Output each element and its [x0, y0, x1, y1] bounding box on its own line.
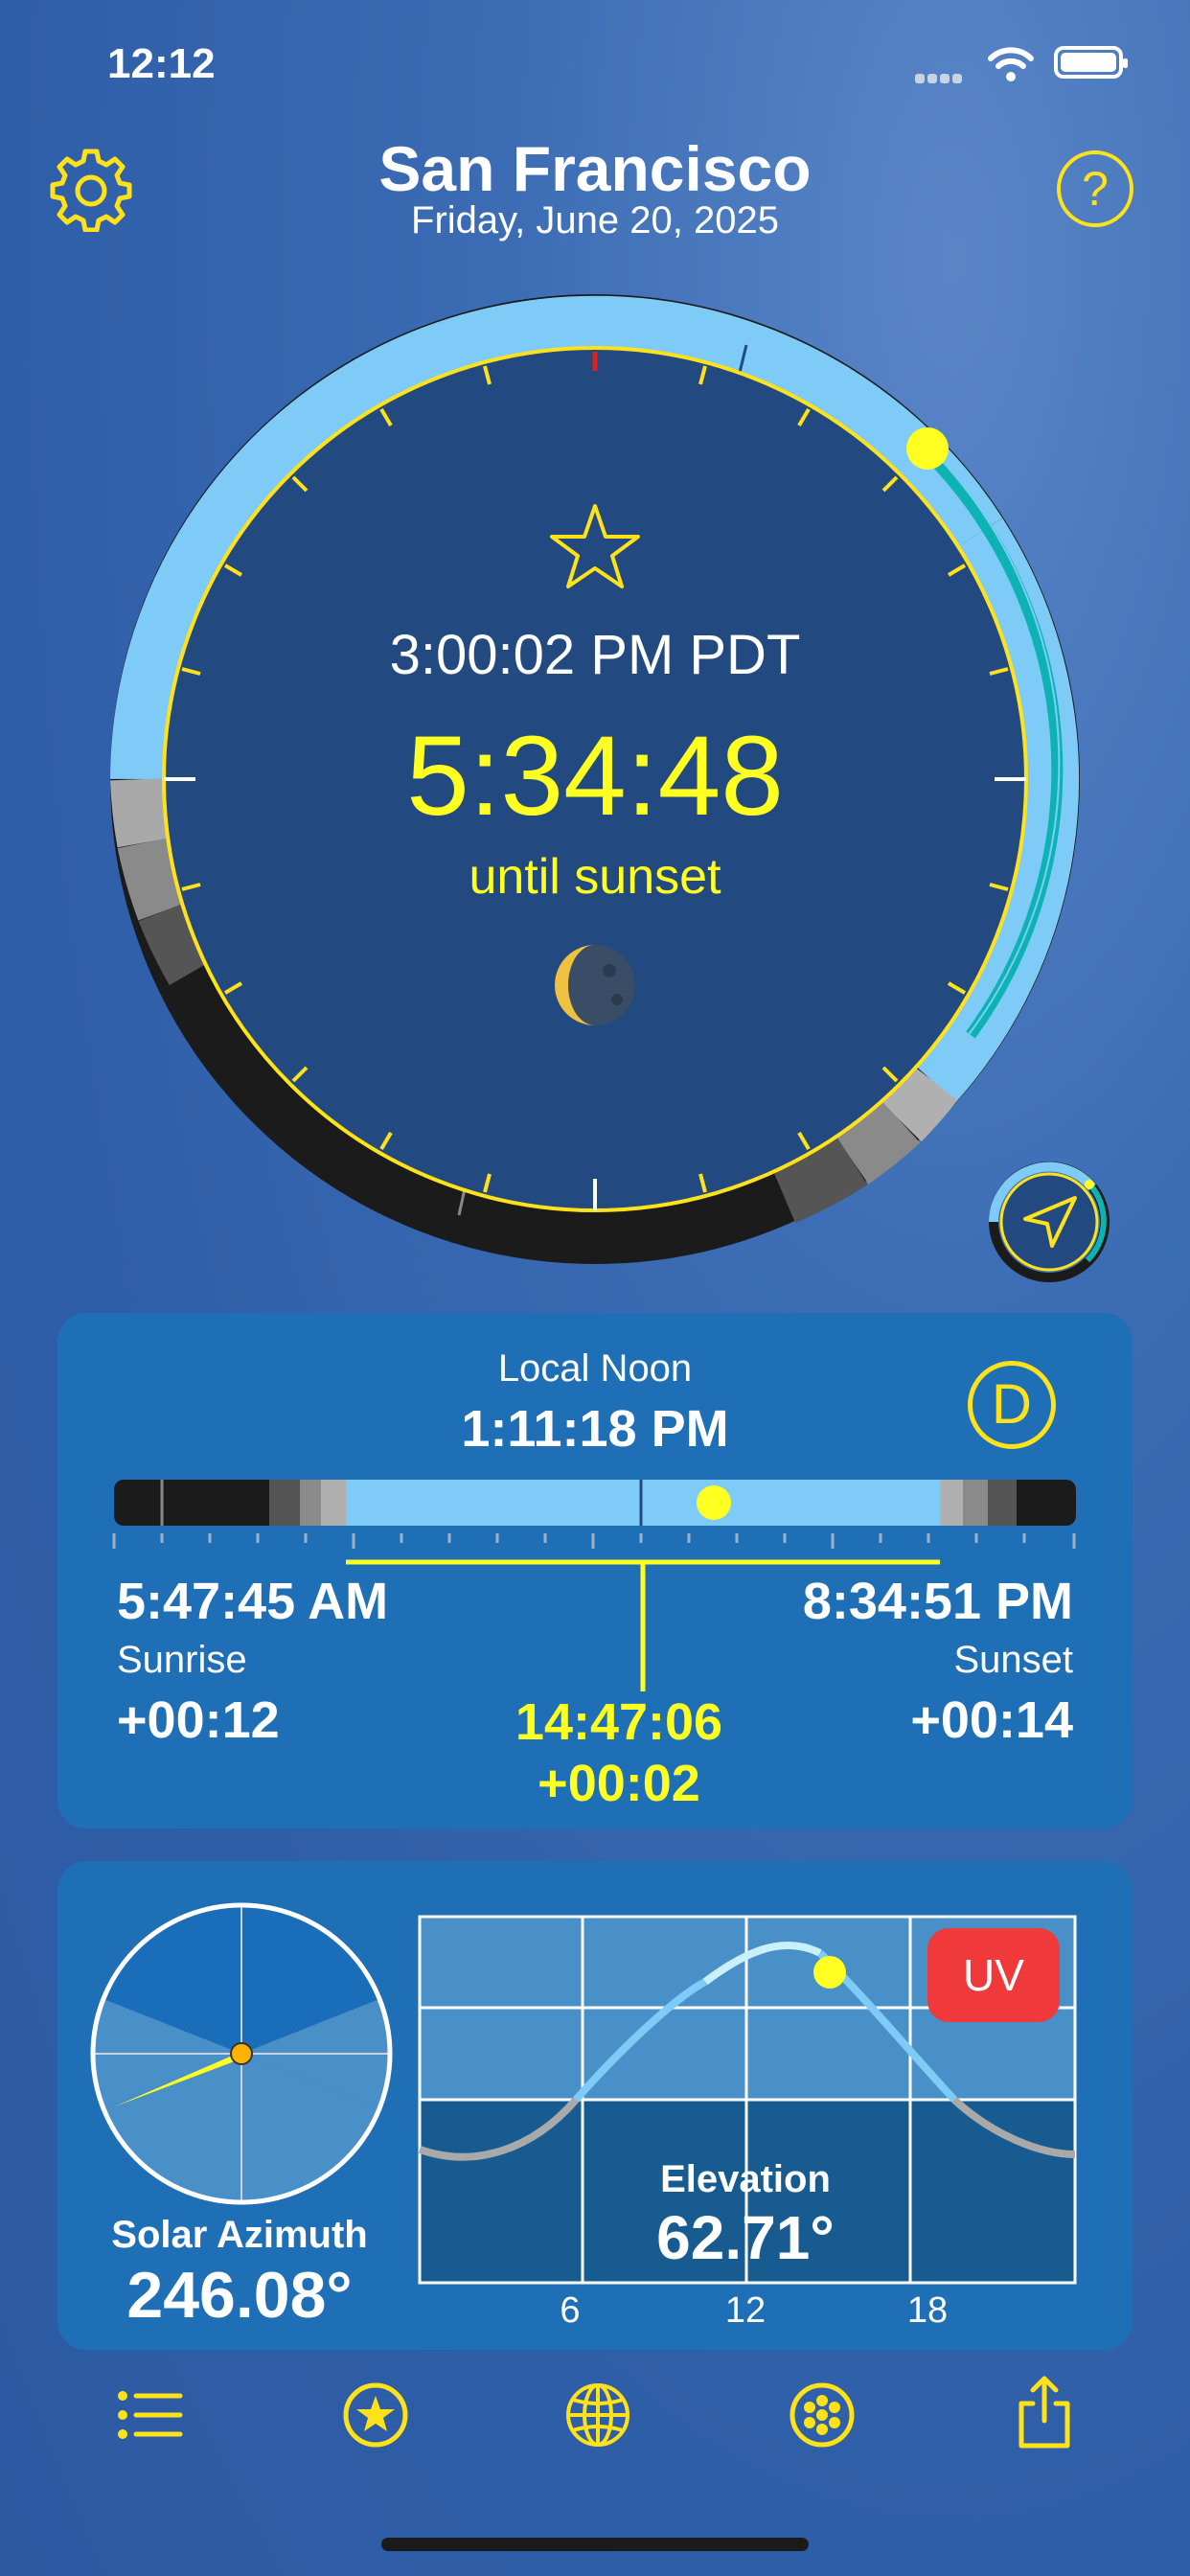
elevation-value: 62.71° — [656, 2203, 835, 2272]
sunrise-delta: +00:12 — [117, 1691, 280, 1749]
sunrise-label: Sunrise — [117, 1639, 247, 1681]
status-time: 12:12 — [107, 40, 216, 87]
globe-icon[interactable] — [563, 2380, 632, 2450]
battery-icon — [1054, 46, 1128, 79]
cellular-signal-icon — [915, 71, 971, 83]
x-tick-18: 18 — [906, 2290, 949, 2331]
countdown-timer: 5:34:48 — [406, 713, 784, 840]
wifi-icon — [988, 47, 1034, 81]
date-subtitle: Friday, June 20, 2025 — [411, 199, 779, 242]
countdown-caption: until sunset — [469, 849, 721, 905]
sunrise-time: 5:47:45 AM — [117, 1573, 389, 1630]
solar-azimuth-value: 246.08° — [126, 2259, 353, 2332]
city-title: San Francisco — [378, 133, 812, 204]
x-tick-6: 6 — [560, 2290, 581, 2331]
day-length: 14:47:06 — [515, 1693, 723, 1751]
x-tick-12: 12 — [724, 2290, 767, 2331]
sunset-time: 8:34:51 PM — [802, 1573, 1073, 1630]
location-arrow-button[interactable] — [987, 1160, 1111, 1284]
uv-button[interactable]: UV — [927, 1928, 1060, 2022]
azimuth-compass — [90, 1902, 393, 2205]
home-indicator — [381, 2538, 809, 2551]
day-length-delta: +00:02 — [538, 1755, 700, 1812]
dots-icon[interactable] — [788, 2380, 857, 2450]
help-button[interactable]: ? — [1057, 150, 1133, 227]
sunset-delta: +00:14 — [910, 1691, 1073, 1749]
elevation-label: Elevation — [660, 2158, 831, 2200]
solar-azimuth-label: Solar Azimuth — [111, 2214, 368, 2256]
tab-bar — [0, 2367, 1190, 2472]
current-time: 3:00:02 PM PDT — [389, 624, 801, 686]
sunset-label: Sunset — [953, 1639, 1073, 1681]
mode-d-button[interactable]: D — [968, 1361, 1056, 1449]
moon-phase-icon — [555, 945, 635, 1025]
list-icon[interactable] — [117, 2388, 184, 2442]
star-icon[interactable] — [341, 2380, 410, 2450]
share-icon[interactable] — [1016, 2375, 1073, 2450]
